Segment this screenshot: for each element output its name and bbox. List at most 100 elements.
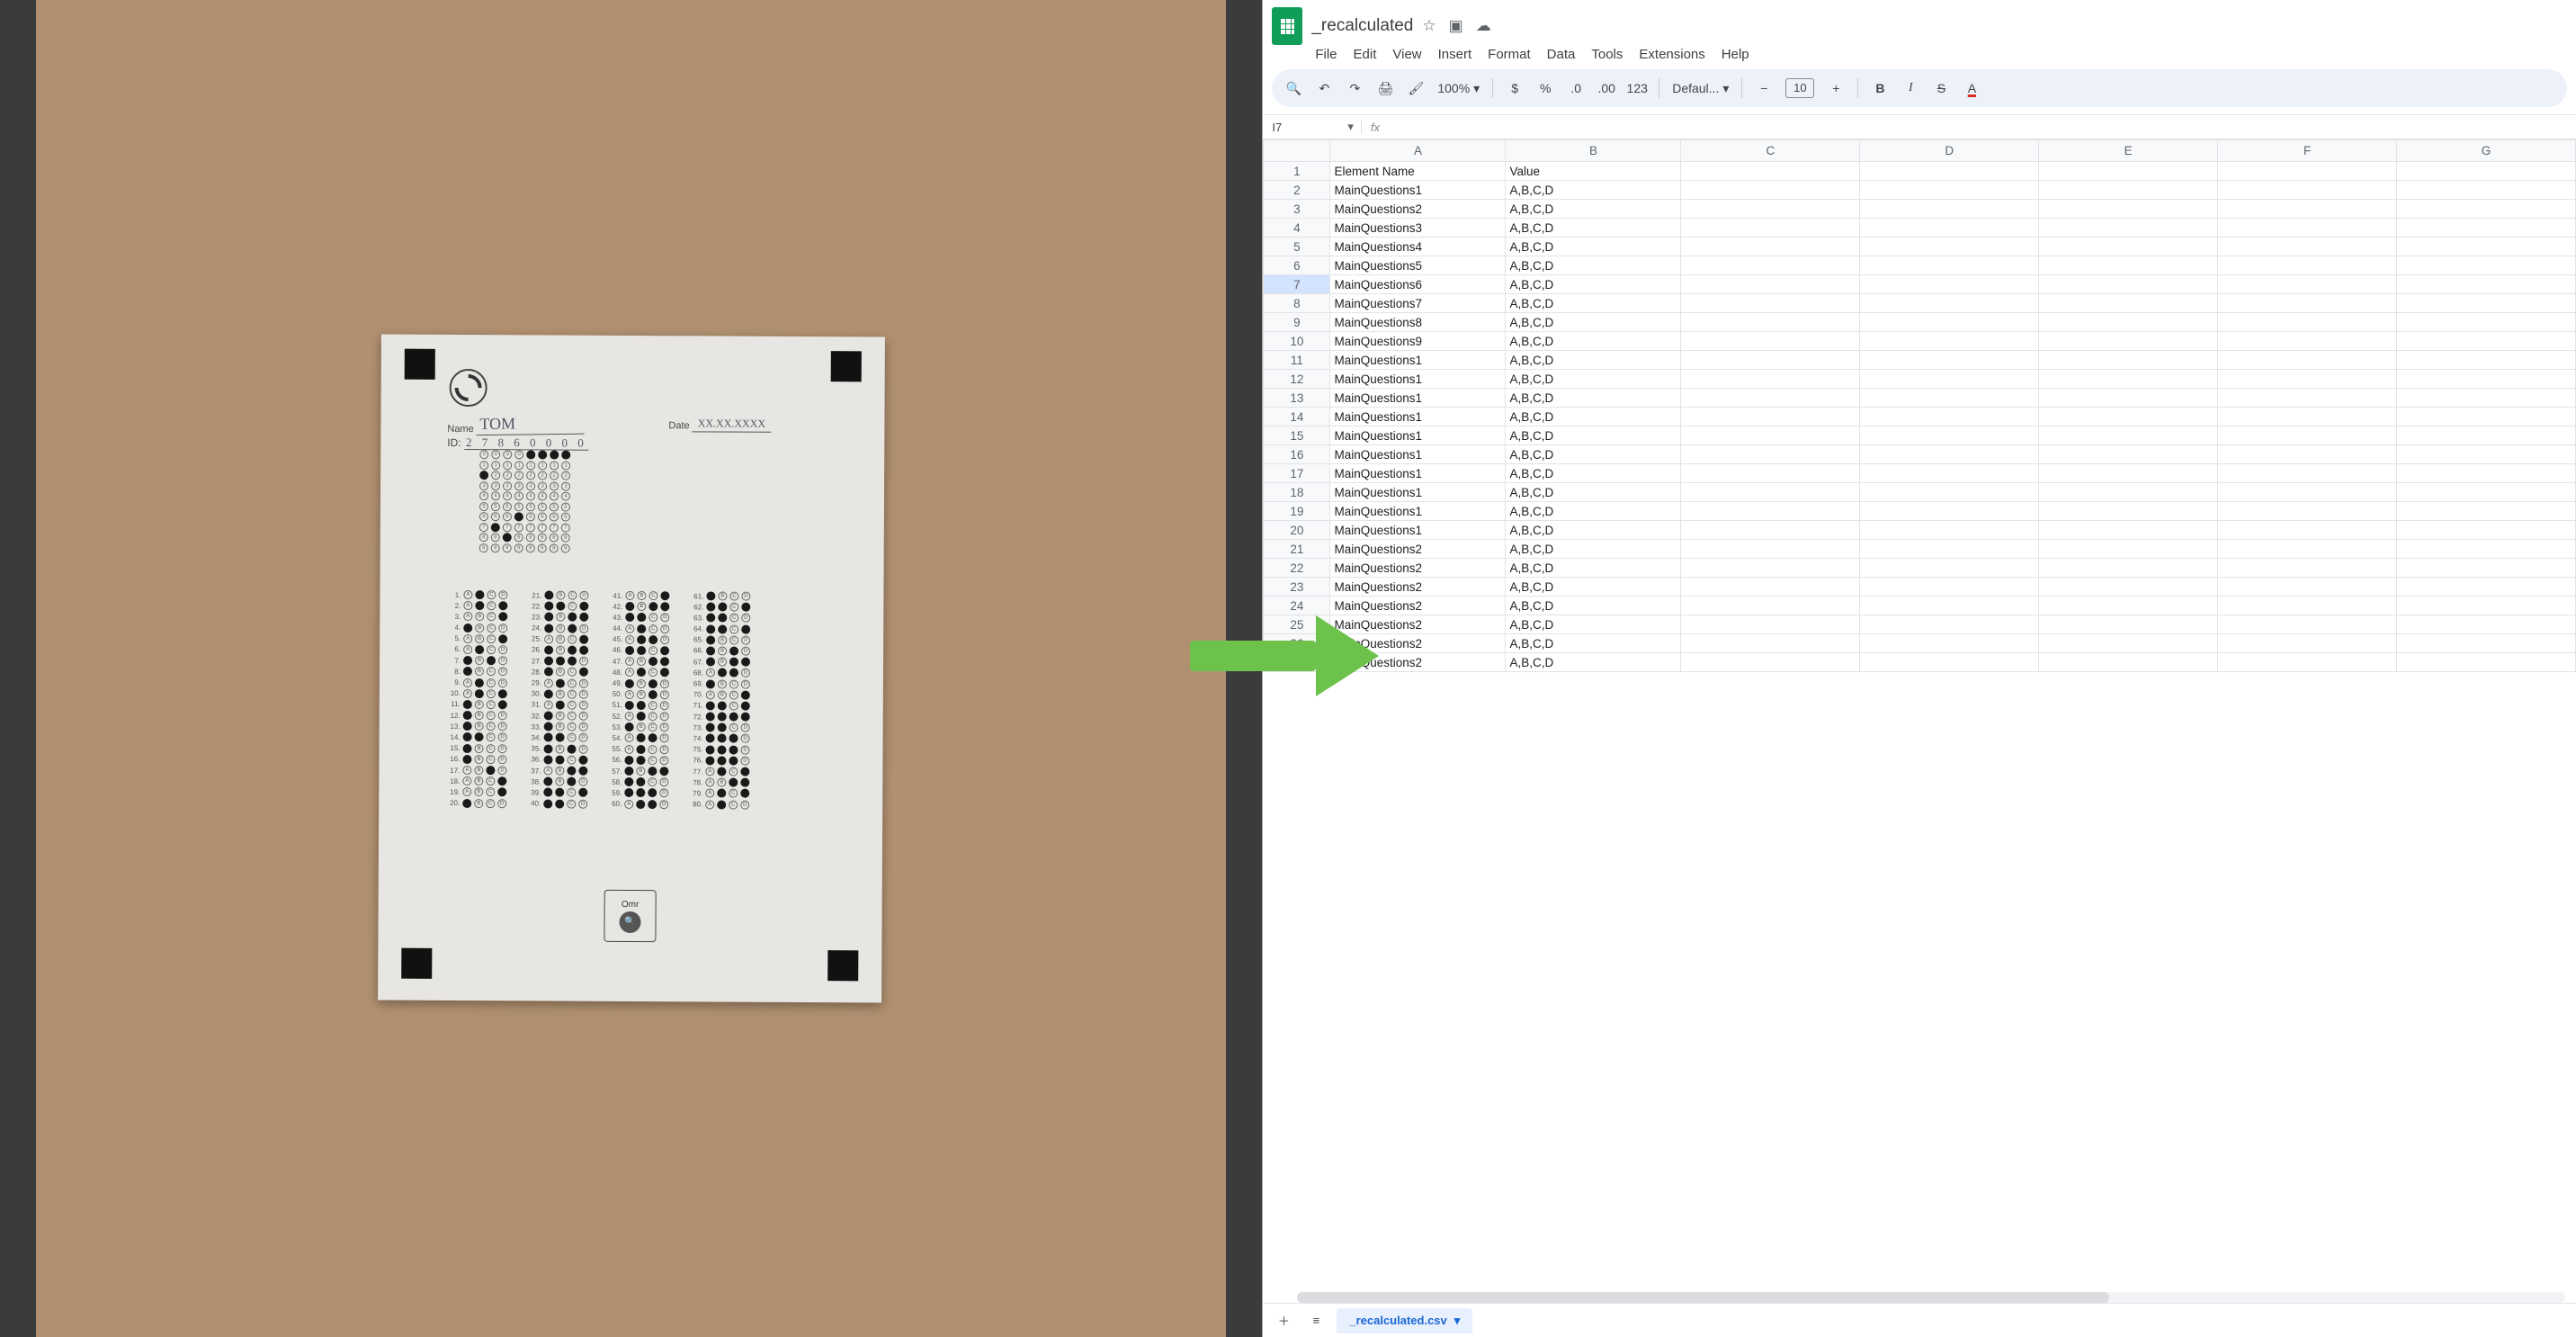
zoom-dropdown[interactable]: 100% ▾ [1437,81,1480,96]
menu-data[interactable]: Data [1547,47,1576,62]
cell[interactable]: Element Name [1330,162,1506,181]
text-color-button[interactable]: A [1963,81,1981,95]
cell[interactable]: A,B,C,D [1506,634,1681,653]
all-sheets-button[interactable]: ≡ [1304,1309,1328,1333]
col-header-D[interactable]: D [1860,140,2039,162]
row-header[interactable]: 17 [1264,464,1330,483]
horizontal-scrollbar[interactable] [1297,1292,2565,1303]
row-header[interactable]: 10 [1264,332,1330,351]
row-header[interactable]: 3 [1264,200,1330,219]
row-header[interactable]: 18 [1264,483,1330,502]
cell[interactable]: A,B,C,D [1506,483,1681,502]
col-header-B[interactable]: B [1506,140,1681,162]
row-header[interactable]: 4 [1264,219,1330,238]
row-header[interactable]: 11 [1264,351,1330,370]
menu-view[interactable]: View [1392,47,1421,62]
cell[interactable]: A,B,C,D [1506,370,1681,389]
cell[interactable]: MainQuestions1 [1330,351,1506,370]
cell[interactable]: MainQuestions1 [1330,389,1506,408]
move-icon[interactable]: ▣ [1449,17,1463,35]
cell[interactable]: A,B,C,D [1506,389,1681,408]
paint-format-button[interactable]: 🖌 [1407,81,1425,96]
bold-button[interactable]: B [1871,81,1889,95]
cell[interactable]: MainQuestions6 [1330,275,1506,294]
currency-button[interactable]: $ [1506,81,1524,95]
menu-format[interactable]: Format [1488,47,1531,62]
search-icon[interactable]: 🔍 [1284,81,1302,96]
font-dropdown[interactable]: Defaul... ▾ [1672,81,1729,96]
cell[interactable]: A,B,C,D [1506,521,1681,540]
menu-tools[interactable]: Tools [1591,47,1623,62]
row-header[interactable]: 16 [1264,445,1330,464]
cell[interactable]: A,B,C,D [1506,559,1681,578]
cell[interactable]: MainQuestions1 [1330,502,1506,521]
cell[interactable]: MainQuestions1 [1330,483,1506,502]
row-header[interactable]: 24 [1264,597,1330,615]
cell[interactable]: A,B,C,D [1506,578,1681,597]
doc-title[interactable]: _recalculated [1311,16,1413,36]
cell[interactable]: MainQuestions2 [1330,597,1506,615]
col-header-F[interactable]: F [2218,140,2397,162]
cell[interactable]: A,B,C,D [1506,238,1681,256]
menu-help[interactable]: Help [1722,47,1749,62]
menu-insert[interactable]: Insert [1438,47,1472,62]
cell[interactable]: A,B,C,D [1506,332,1681,351]
cell[interactable]: MainQuestions4 [1330,238,1506,256]
sheets-app-icon[interactable] [1272,7,1302,45]
cell[interactable]: A,B,C,D [1506,540,1681,559]
cell[interactable]: MainQuestions2 [1330,578,1506,597]
row-header[interactable]: 5 [1264,238,1330,256]
row-header[interactable]: 7 [1264,275,1330,294]
cell[interactable]: A,B,C,D [1506,426,1681,445]
col-header-C[interactable]: C [1681,140,1860,162]
grid[interactable]: ABCDEFG 1Element NameValue2MainQuestions… [1263,139,2576,1303]
cell[interactable]: MainQuestions8 [1330,313,1506,332]
cell[interactable]: A,B,C,D [1506,181,1681,200]
fontsize-input[interactable]: 10 [1785,78,1814,98]
cell[interactable]: A,B,C,D [1506,294,1681,313]
cell[interactable]: A,B,C,D [1506,275,1681,294]
sheet-tab[interactable]: _recalculated.csv ▾ [1337,1308,1472,1333]
row-header[interactable]: 6 [1264,256,1330,275]
row-header[interactable]: 12 [1264,370,1330,389]
cell[interactable]: A,B,C,D [1506,313,1681,332]
fontsize-plus[interactable]: + [1827,81,1845,95]
cell[interactable]: A,B,C,D [1506,615,1681,634]
cell[interactable]: A,B,C,D [1506,219,1681,238]
cell[interactable]: MainQuestions1 [1330,464,1506,483]
cell[interactable]: MainQuestions1 [1330,181,1506,200]
col-header-E[interactable]: E [2039,140,2218,162]
col-header-G[interactable]: G [2397,140,2576,162]
row-header[interactable]: 8 [1264,294,1330,313]
star-icon[interactable]: ☆ [1422,17,1436,35]
name-box[interactable]: I7 [1263,121,1340,134]
cell[interactable]: MainQuestions2 [1330,200,1506,219]
cell[interactable]: MainQuestions9 [1330,332,1506,351]
cell[interactable]: A,B,C,D [1506,351,1681,370]
row-header[interactable]: 23 [1264,578,1330,597]
row-header[interactable]: 19 [1264,502,1330,521]
cell[interactable]: MainQuestions1 [1330,521,1506,540]
row-header[interactable]: 9 [1264,313,1330,332]
cell[interactable]: MainQuestions2 [1330,559,1506,578]
cell[interactable]: MainQuestions7 [1330,294,1506,313]
cell[interactable]: MainQuestions2 [1330,540,1506,559]
cell[interactable]: A,B,C,D [1506,653,1681,672]
cell[interactable]: MainQuestions1 [1330,426,1506,445]
percent-button[interactable]: % [1536,81,1554,95]
cell[interactable]: A,B,C,D [1506,408,1681,426]
increase-decimal-button[interactable]: .00 [1597,81,1615,95]
italic-button[interactable]: I [1901,81,1919,95]
cell[interactable]: A,B,C,D [1506,256,1681,275]
cell[interactable]: MainQuestions3 [1330,219,1506,238]
menu-edit[interactable]: Edit [1354,47,1377,62]
scroll-thumb[interactable] [1297,1292,2108,1303]
add-sheet-button[interactable]: ＋ [1272,1309,1295,1333]
cell[interactable]: A,B,C,D [1506,445,1681,464]
row-header[interactable]: 2 [1264,181,1330,200]
col-header-A[interactable]: A [1330,140,1506,162]
menu-extensions[interactable]: Extensions [1639,47,1704,62]
cell[interactable]: Value [1506,162,1681,181]
fontsize-minus[interactable]: − [1755,81,1773,95]
menu-file[interactable]: File [1315,47,1337,62]
